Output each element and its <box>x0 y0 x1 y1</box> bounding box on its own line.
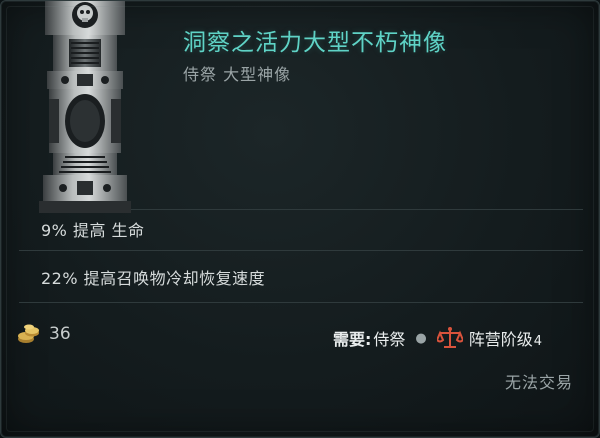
gold-icon <box>18 324 39 343</box>
requirement: 需要: 侍祭 ● 阵营阶级 4 <box>333 326 542 350</box>
stat-line-minion-cooldown: 22% 提高召唤物冷却恢复速度 <box>41 269 266 288</box>
separator-dot: ● <box>415 330 427 346</box>
divider <box>19 250 583 251</box>
requirement-class: 侍祭 <box>373 330 406 349</box>
faction-rank-label: 阵营阶级 <box>468 330 533 349</box>
faction-rank-tier: 4 <box>533 333 543 349</box>
price: 36 <box>17 323 71 345</box>
trade-status: 无法交易 <box>504 373 573 392</box>
item-image <box>39 1 131 213</box>
divider <box>19 302 583 303</box>
item-tooltip: 洞察之活力大型不朽神像 侍祭 大型神像 9% 提高 生命 22% 提高召唤物冷却… <box>0 0 600 438</box>
item-title: 洞察之活力大型不朽神像 <box>183 30 447 56</box>
statue-icon <box>39 1 131 213</box>
stat-line-life: 9% 提高 生命 <box>41 221 145 240</box>
item-subtitle: 侍祭 大型神像 <box>183 65 292 84</box>
scales-icon <box>436 327 463 348</box>
price-value: 36 <box>49 324 71 344</box>
divider <box>131 209 583 210</box>
requirement-label: 需要: <box>333 330 372 349</box>
